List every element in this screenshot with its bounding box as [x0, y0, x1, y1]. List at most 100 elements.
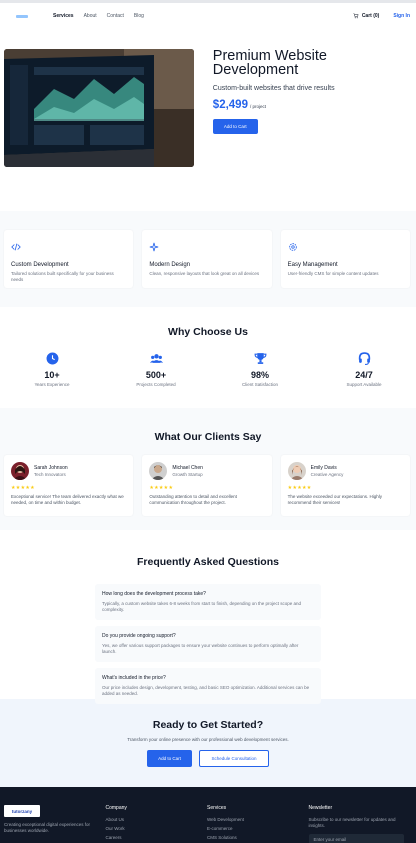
footer-services: Services Web Development E-commerce CMS … [207, 805, 309, 843]
service-card: Modern Design Clean, responsive layouts … [142, 230, 272, 288]
footer-tagline: Creating exceptional digital experiences… [4, 822, 91, 833]
footer-services-head: Services [207, 805, 227, 811]
cta-buttons: Add to Cart Schedule Consultation [0, 750, 416, 767]
headset-icon [358, 352, 370, 365]
hero-title: Premium Website Development [212, 48, 327, 78]
testimonial-card: Emily Davis Creative Agency ★★★★★ The we… [280, 455, 410, 516]
faq-question: Do you provide ongoing support? [102, 633, 176, 639]
testimonial-card: Michael Chen Growth Startup ★★★★★ Outsta… [142, 455, 272, 516]
stat-label: Years Experience [34, 382, 70, 387]
service-desc: User-friendly CMS for simple content upd… [287, 271, 379, 276]
service-title: Custom Development [11, 262, 69, 268]
testimonial-cards: Sarah Johnson Tech Innovators ★★★★★ Exce… [0, 455, 416, 516]
hero-laptop-image [4, 49, 194, 167]
stat-item: 98% Client Satisfaction [208, 352, 312, 387]
stat-value: 500+ [145, 370, 167, 380]
navbar: Services About Contact Blog Cart (0) Sig… [0, 3, 416, 29]
service-desc: Clean, responsive layouts that look grea… [149, 271, 260, 276]
schedule-consultation-button[interactable]: Schedule Consultation [199, 750, 269, 767]
cart-button[interactable]: Cart (0) [353, 13, 380, 19]
testimonial-text: Exceptional service! The team delivered … [11, 494, 124, 505]
footer-logo[interactable]: tutorzany [4, 805, 40, 817]
star-rating: ★★★★★ [149, 485, 174, 491]
hero-add-to-cart-button[interactable]: Add to Cart [212, 119, 258, 134]
cta-add-to-cart-button[interactable]: Add to Cart [147, 750, 192, 767]
hero-info: Premium Website Development Custom-built… [194, 49, 412, 211]
footer-company: Company About Us Our Work Careers [106, 805, 208, 843]
testimonial-text: Outstanding attention to detail and exce… [149, 494, 237, 505]
nav-link-about[interactable]: About [84, 13, 97, 19]
stat-item: 24/7 Support Available [312, 352, 416, 387]
clock-icon [46, 352, 58, 365]
faq-item[interactable]: What's included in the price? Our price … [95, 668, 321, 704]
code-icon [11, 243, 21, 251]
faq-question: What's included in the price? [102, 675, 166, 681]
footer-newsletter-head: Newsletter [308, 805, 333, 811]
stat-label: Projects Completed [136, 382, 176, 387]
logo[interactable] [16, 14, 28, 18]
stat-label: Support Available [346, 382, 382, 387]
service-title: Easy Management [287, 262, 338, 268]
users-icon [149, 354, 163, 363]
testimonials-title: What Our Clients Say [154, 431, 262, 443]
footer-link-web-dev[interactable]: Web Development [207, 817, 309, 822]
stat-label: Client Satisfaction [241, 382, 279, 387]
testimonial-card: Sarah Johnson Tech Innovators ★★★★★ Exce… [4, 455, 134, 516]
footer-link-cms[interactable]: CMS Solutions [207, 835, 309, 840]
why-title: Why Choose Us [168, 326, 248, 338]
service-card: Easy Management User-friendly CMS for si… [280, 230, 410, 288]
stat-item: 10+ Years Experience [0, 352, 104, 387]
nav-links: Services About Contact Blog [53, 13, 353, 19]
stat-value: 98% [250, 370, 269, 380]
stat-item: 500+ Projects Completed [104, 352, 208, 387]
star-rating: ★★★★★ [11, 485, 35, 491]
service-title: Modern Design [149, 262, 191, 268]
faq-item[interactable]: How long does the development process ta… [95, 584, 321, 620]
nav-link-blog[interactable]: Blog [134, 13, 144, 19]
faq-section: Frequently Asked Questions How long does… [0, 530, 416, 704]
services-section: Custom Development Tailored solutions bu… [0, 211, 416, 307]
signin-link[interactable]: Sign In [393, 13, 410, 19]
nav-link-services[interactable]: Services [53, 13, 74, 19]
cta-section: Ready to Get Started? Transform your onl… [0, 699, 416, 787]
newsletter-text: Subscribe to our newsletter for updates … [308, 817, 396, 828]
testimonial-name: Michael Chen [172, 465, 203, 471]
star-rating: ★★★★★ [287, 485, 312, 491]
testimonial-role: Growth Startup [172, 472, 203, 477]
testimonial-name: Sarah Johnson [34, 465, 68, 471]
avatar [11, 462, 29, 480]
faq-answer: Yes, we offer various support packages t… [102, 643, 299, 654]
service-card: Custom Development Tailored solutions bu… [4, 230, 134, 288]
hero-section: Premium Website Development Custom-built… [0, 29, 416, 211]
avatar [149, 462, 168, 480]
stat-value: 24/7 [355, 370, 373, 380]
cart-label: Cart (0) [361, 13, 380, 19]
footer-company-head: Company [105, 805, 127, 811]
cta-title: Ready to Get Started? [152, 719, 264, 731]
sparkle-icon [150, 242, 159, 252]
faq-answer: Our price includes design, development, … [102, 685, 310, 696]
footer-link-work[interactable]: Our Work [106, 826, 208, 831]
footer-link-careers[interactable]: Careers [106, 835, 208, 840]
email-input[interactable]: Enter your email [308, 834, 404, 843]
footer-brand: tutorzany Creating exceptional digital e… [4, 805, 106, 843]
faq-question: How long does the development process ta… [102, 591, 206, 597]
footer: tutorzany Creating exceptional digital e… [0, 787, 416, 843]
footer-link-ecommerce[interactable]: E-commerce [207, 826, 309, 831]
footer-link-about[interactable]: About Us [106, 817, 208, 822]
gear-icon [288, 243, 297, 251]
faq-list: How long does the development process ta… [95, 584, 321, 704]
faq-title: Frequently Asked Questions [137, 556, 279, 568]
nav-link-contact[interactable]: Contact [107, 13, 124, 19]
faq-item[interactable]: Do you provide ongoing support? Yes, we … [95, 626, 321, 662]
cart-icon [353, 13, 359, 19]
testimonial-name: Emily Davis [310, 465, 337, 471]
why-section: Why Choose Us 10+ Years Experience 500+ … [0, 307, 416, 408]
hero-subtitle: Custom-built websites that drive results [212, 85, 335, 92]
cta-subtitle: Transform your online presence with our … [127, 737, 289, 742]
testimonials-section: What Our Clients Say Sarah Johnson Tech … [0, 408, 416, 530]
stats-row: 10+ Years Experience 500+ Projects Compl… [0, 352, 416, 387]
testimonial-role: Creative Agency [310, 472, 344, 477]
testimonial-text: The website exceeded our expectations. H… [287, 494, 382, 505]
price-unit: / project [249, 104, 266, 109]
